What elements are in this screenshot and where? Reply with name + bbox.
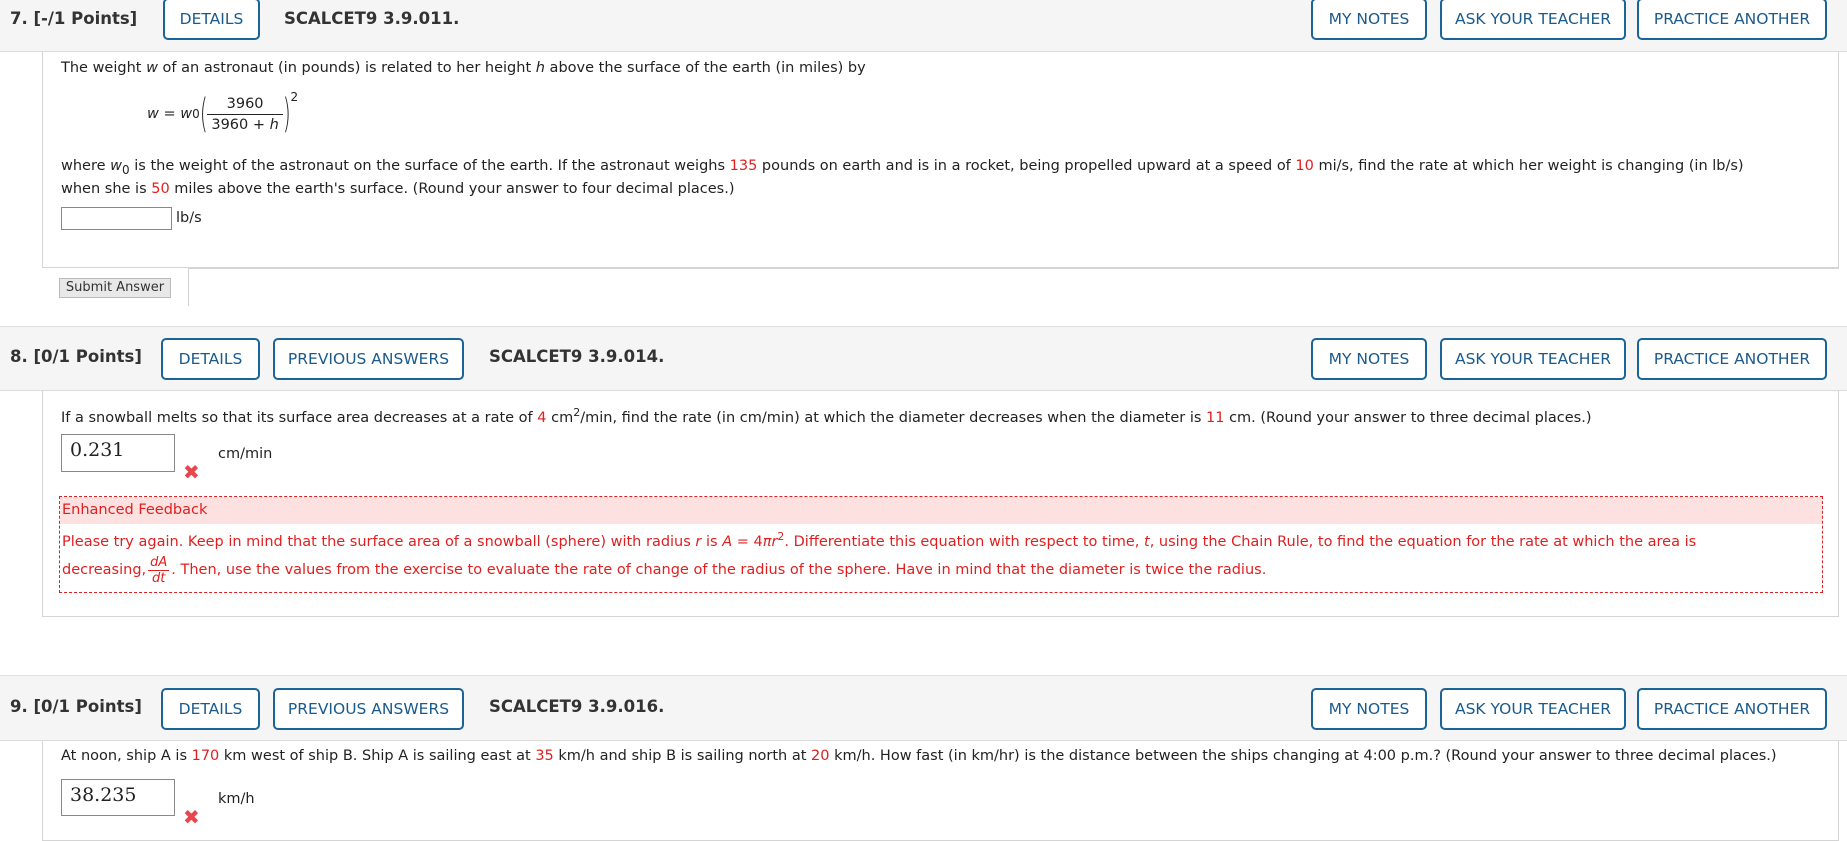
- q7-unit: lb/s: [176, 210, 202, 226]
- q8-feedback: Enhanced Feedback Please try again. Keep…: [59, 496, 1823, 593]
- q9-my-notes-button[interactable]: MY NOTES: [1311, 688, 1427, 730]
- q7-header: 7. [-/1 Points] DETAILS SCALCET9 3.9.011…: [0, 0, 1847, 52]
- q7-submit-area: [188, 268, 1839, 306]
- q7-submit-button[interactable]: Submit Answer: [59, 278, 171, 298]
- q7-intro: The weight w of an astronaut (in pounds)…: [61, 60, 866, 76]
- feedback-title: Enhanced Feedback: [60, 497, 1822, 524]
- q8-previous-answers-button[interactable]: PREVIOUS ANSWERS: [273, 338, 464, 380]
- q7-details-button[interactable]: DETAILS: [163, 0, 260, 40]
- q8-code: SCALCET9 3.9.014.: [489, 347, 665, 366]
- q7-question-line: where w0 is the weight of the astronaut …: [61, 158, 1744, 177]
- feedback-line-2: decreasing, dA dt. Then, use the values f…: [62, 554, 1267, 586]
- q7-practice-another-button[interactable]: PRACTICE ANOTHER: [1637, 0, 1827, 40]
- q8-my-notes-button[interactable]: MY NOTES: [1311, 338, 1427, 380]
- q9-details-button[interactable]: DETAILS: [161, 688, 260, 730]
- q9-code: SCALCET9 3.9.016.: [489, 697, 665, 716]
- q8-points: 8. [0/1 Points]: [10, 347, 142, 366]
- q7-question-line-2: when she is 50 miles above the earth's s…: [61, 181, 735, 197]
- q7-ask-teacher-button[interactable]: ASK YOUR TEACHER: [1440, 0, 1626, 40]
- feedback-line-1: Please try again. Keep in mind that the …: [62, 530, 1697, 550]
- q9-answer-input[interactable]: 38.235: [61, 779, 175, 816]
- q9-previous-answers-button[interactable]: PREVIOUS ANSWERS: [273, 688, 464, 730]
- q8-answer-input[interactable]: 0.231: [61, 434, 175, 472]
- x-mark-icon: ✖: [183, 805, 200, 829]
- q8-header: 8. [0/1 Points] DETAILS PREVIOUS ANSWERS…: [0, 326, 1847, 391]
- x-mark-icon: ✖: [183, 460, 200, 484]
- q7-my-notes-button[interactable]: MY NOTES: [1311, 0, 1427, 40]
- q8-unit: cm/min: [218, 446, 273, 462]
- q7-number: 7.: [10, 9, 28, 28]
- q9-ask-teacher-button[interactable]: ASK YOUR TEACHER: [1440, 688, 1626, 730]
- q7-answer-input[interactable]: [61, 207, 172, 230]
- q7-formula: w = w0 ( 3960 3960 + h ) 2: [147, 90, 299, 137]
- q8-practice-another-button[interactable]: PRACTICE ANOTHER: [1637, 338, 1827, 380]
- q9-unit: km/h: [218, 791, 255, 807]
- q7-code: SCALCET9 3.9.011.: [284, 9, 460, 28]
- q8-ask-teacher-button[interactable]: ASK YOUR TEACHER: [1440, 338, 1626, 380]
- q9-header: 9. [0/1 Points] DETAILS PREVIOUS ANSWERS…: [0, 675, 1847, 741]
- q9-points: 9. [0/1 Points]: [10, 697, 142, 716]
- q8-question: If a snowball melts so that its surface …: [61, 406, 1592, 426]
- q9-question: At noon, ship A is 170 km west of ship B…: [61, 748, 1777, 764]
- q7-points: 7. [-/1 Points]: [10, 9, 137, 28]
- q9-practice-another-button[interactable]: PRACTICE ANOTHER: [1637, 688, 1827, 730]
- q8-details-button[interactable]: DETAILS: [161, 338, 260, 380]
- q7-points-label: [-/1 Points]: [33, 9, 138, 28]
